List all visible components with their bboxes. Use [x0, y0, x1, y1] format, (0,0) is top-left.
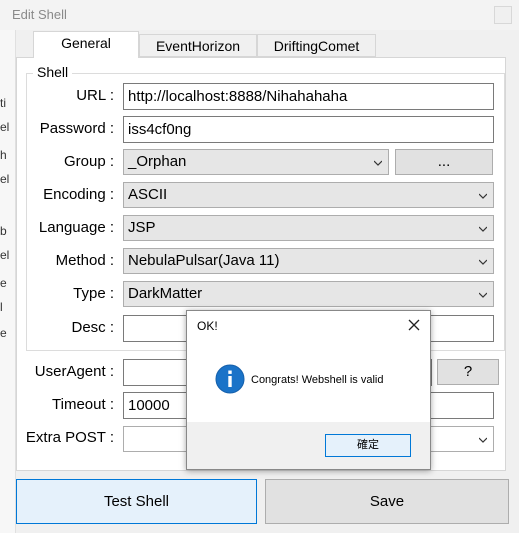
group-label: Group : [63, 153, 114, 170]
password-input[interactable]: iss4cf0ng [123, 116, 494, 143]
window-title: Edit Shell [12, 7, 67, 22]
background-window-strip: ti el h el b el e l e [0, 30, 16, 533]
language-combobox[interactable]: JSP [123, 215, 494, 241]
dialog-ok-button[interactable]: 確定 [325, 434, 411, 457]
type-value: DarkMatter [128, 285, 203, 302]
password-label: Password : [39, 120, 114, 137]
language-label: Language : [38, 219, 114, 236]
chevron-down-icon [479, 226, 487, 232]
dialog-message: Congrats! Webshell is valid [251, 374, 384, 386]
window-close-button[interactable] [494, 6, 512, 24]
type-combobox[interactable]: DarkMatter [123, 281, 494, 307]
chevron-down-icon [479, 437, 487, 443]
group-browse-button[interactable]: ... [395, 149, 493, 175]
method-value: NebulaPulsar(Java 11) [128, 252, 280, 269]
tab-eventhorizon[interactable]: EventHorizon [139, 34, 257, 57]
extra-post-label: Extra POST : [25, 429, 114, 446]
url-label: URL : [76, 87, 114, 104]
info-icon [215, 364, 245, 394]
groupbox-legend: Shell [33, 64, 73, 80]
save-button[interactable]: Save [265, 479, 509, 524]
strip-text: el [0, 172, 10, 186]
strip-text: l [0, 300, 3, 314]
test-shell-button[interactable]: Test Shell [16, 479, 257, 524]
group-combobox[interactable]: _Orphan [123, 149, 389, 175]
type-label: Type : [73, 285, 114, 302]
chevron-down-icon [479, 193, 487, 199]
chevron-down-icon [479, 292, 487, 298]
message-dialog: OK! Congrats! Webshell is valid 確定 [186, 310, 431, 470]
group-value: _Orphan [128, 153, 187, 170]
timeout-label: Timeout : [52, 396, 114, 413]
method-combobox[interactable]: NebulaPulsar(Java 11) [123, 248, 494, 274]
tab-general[interactable]: General [33, 31, 139, 58]
encoding-label: Encoding : [43, 186, 114, 203]
close-icon[interactable] [403, 314, 425, 336]
useragent-label: UserAgent : [34, 363, 114, 380]
dialog-title: OK! [197, 319, 218, 333]
encoding-combobox[interactable]: ASCII [123, 182, 494, 208]
chevron-down-icon [374, 160, 382, 166]
title-bar [0, 0, 519, 30]
url-input[interactable]: http://localhost:8888/Nihahahaha [123, 83, 494, 110]
encoding-value: ASCII [128, 186, 168, 203]
useragent-help-button[interactable]: ? [437, 359, 499, 385]
desc-label: Desc : [71, 319, 114, 336]
method-label: Method : [55, 252, 114, 269]
language-value: JSP [128, 219, 156, 236]
tab-driftingcomet[interactable]: DriftingComet [257, 34, 376, 57]
chevron-down-icon [479, 259, 487, 265]
